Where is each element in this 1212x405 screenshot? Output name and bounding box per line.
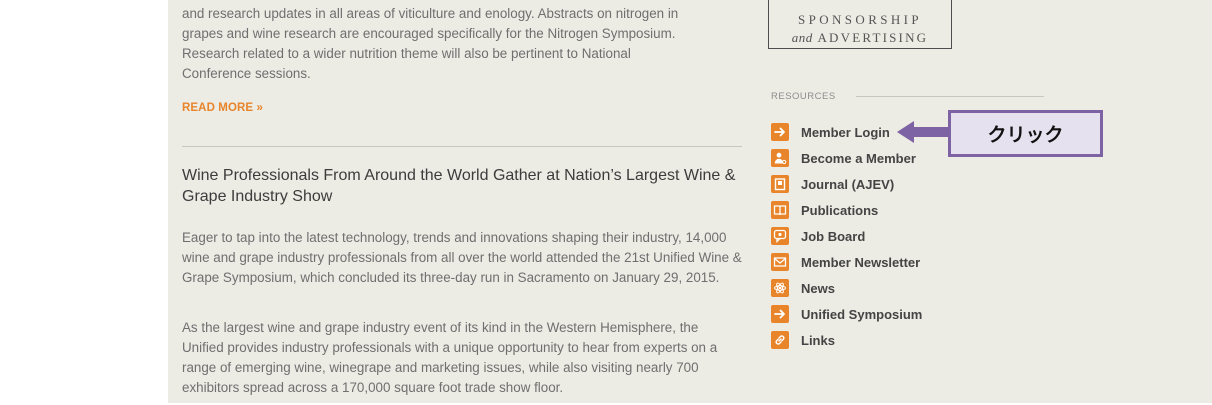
envelope-icon <box>771 253 789 271</box>
resource-item-unified-symposium[interactable]: Unified Symposium <box>771 304 922 324</box>
article-divider <box>182 146 742 147</box>
sponsorship-text: SPONSORSHIP <box>797 12 923 27</box>
resource-item-publications[interactable]: Publications <box>771 200 878 220</box>
link-icon <box>771 331 789 349</box>
resource-label: Unified Symposium <box>801 306 923 322</box>
sponsorship-advertising-banner[interactable]: SPONSORSHIP and ADVERTISING <box>768 0 952 49</box>
resource-item-links[interactable]: Links <box>771 330 835 350</box>
resource-item-member-login[interactable]: Member Login <box>771 122 890 142</box>
journal-icon <box>771 175 789 193</box>
atom-icon <box>771 279 789 297</box>
resource-label: Job Board <box>801 228 866 244</box>
click-callout: クリック <box>948 110 1103 157</box>
resource-label: Journal (AJEV) <box>801 176 895 192</box>
article-paragraph: As the largest wine and grape industry e… <box>182 320 718 395</box>
resources-divider <box>856 96 1044 97</box>
resource-label: Member Login <box>801 124 890 140</box>
book-icon <box>771 201 789 219</box>
article-paragraph: Eager to tap into the latest technology,… <box>182 230 742 285</box>
resource-item-news[interactable]: News <box>771 278 835 298</box>
resource-label: News <box>801 280 835 296</box>
advertising-text: and ADVERTISING <box>769 30 951 46</box>
resource-label: Member Newsletter <box>801 254 921 270</box>
resource-item-member-newsletter[interactable]: Member Newsletter <box>771 252 920 272</box>
page: and research updates in all areas of vit… <box>0 0 1212 405</box>
read-more-link[interactable]: READ MORE » <box>182 102 263 114</box>
resource-item-become-member[interactable]: Become a Member <box>771 148 916 168</box>
article-intro-text: and research updates in all areas of vit… <box>182 4 742 84</box>
resource-label: Become a Member <box>801 150 916 166</box>
resources-heading: RESOURCES <box>771 91 836 102</box>
resource-label: Publications <box>801 202 879 218</box>
article-title[interactable]: Wine Professionals From Around the World… <box>182 165 742 207</box>
chat-icon <box>771 227 789 245</box>
arrow-right-icon <box>771 305 789 323</box>
article-intro-line: and research updates in all areas of vit… <box>182 6 679 21</box>
article-intro-line: Conference sessions. <box>182 66 311 81</box>
article-intro-line: Research related to a wider nutrition th… <box>182 46 631 61</box>
person-icon <box>771 149 789 167</box>
resource-item-journal[interactable]: Journal (AJEV) <box>771 174 894 194</box>
resource-item-job-board[interactable]: Job Board <box>771 226 865 246</box>
resource-label: Links <box>801 332 835 348</box>
article-intro-line: grapes and wine research are encouraged … <box>182 26 676 41</box>
callout-text: クリック <box>987 124 1064 146</box>
and-text: and <box>791 30 813 45</box>
advertising-word: ADVERTISING <box>817 30 929 45</box>
arrow-right-icon <box>771 123 789 141</box>
